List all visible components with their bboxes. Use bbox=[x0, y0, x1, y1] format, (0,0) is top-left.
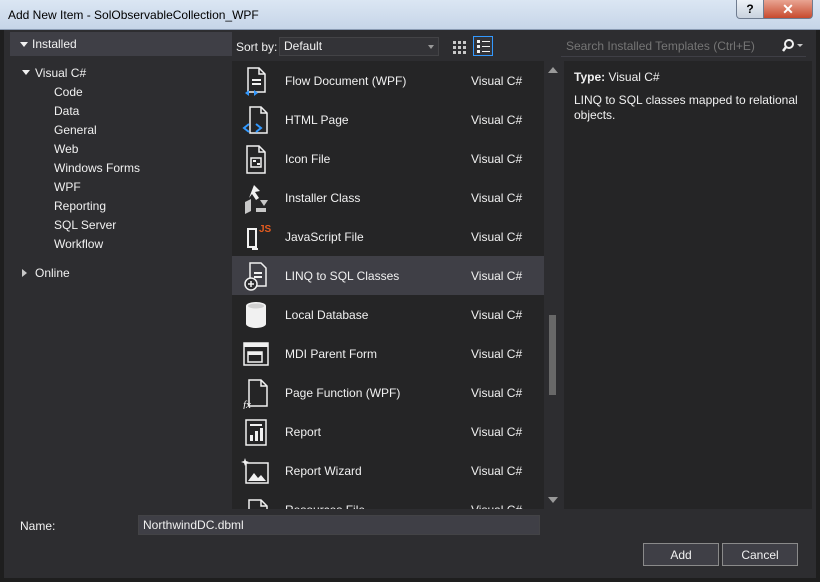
flow-document-icon bbox=[240, 65, 272, 97]
template-list: Flow Document (WPF) Visual C# HTML Page Vis… bbox=[232, 61, 544, 509]
svg-text:JS: JS bbox=[259, 224, 272, 235]
html-page-icon bbox=[240, 104, 272, 136]
template-row-page-function-wpf[interactable]: fx Page Function (WPF) Visual C# bbox=[232, 373, 544, 412]
report-wizard-icon bbox=[240, 455, 272, 487]
expand-arrow-icon[interactable] bbox=[20, 42, 28, 47]
detail-type: Type: Visual C# bbox=[574, 70, 660, 84]
tree-node-installed-label: Installed bbox=[32, 37, 77, 51]
detail-description: LINQ to SQL classes mapped to relational… bbox=[574, 93, 798, 122]
collapse-arrow-icon[interactable] bbox=[22, 269, 27, 277]
icon-file-icon bbox=[240, 143, 272, 175]
template-row-installer-class[interactable]: Installer Class Visual C# bbox=[232, 178, 544, 217]
list-view-icon bbox=[477, 40, 490, 53]
search-box[interactable] bbox=[561, 36, 806, 57]
close-button[interactable]: ✕ bbox=[763, 0, 813, 19]
template-language: Visual C# bbox=[471, 191, 523, 205]
sort-by-dropdown[interactable]: Default bbox=[279, 37, 439, 56]
template-name: Report Wizard bbox=[285, 464, 362, 478]
template-language: Visual C# bbox=[471, 113, 523, 127]
tree-node-reporting[interactable]: Reporting bbox=[54, 199, 106, 213]
name-input[interactable] bbox=[138, 515, 540, 535]
tree-node-sql-server[interactable]: SQL Server bbox=[54, 218, 116, 232]
template-row-local-database[interactable]: Local Database Visual C# bbox=[232, 295, 544, 334]
template-list-scrollbar[interactable] bbox=[544, 61, 561, 509]
tree-node-online-label: Online bbox=[35, 266, 70, 280]
window-title: Add New Item - SolObservableCollection_W… bbox=[8, 8, 259, 22]
mdi-form-icon bbox=[240, 338, 272, 370]
template-name: MDI Parent Form bbox=[285, 347, 378, 361]
scroll-up-arrow-icon[interactable] bbox=[548, 67, 558, 73]
template-name: Report bbox=[285, 425, 322, 439]
template-details-panel: Type: Visual C# LINQ to SQL classes mapp… bbox=[564, 61, 812, 509]
template-language: Visual C# bbox=[471, 347, 523, 361]
template-name: JavaScript File bbox=[285, 230, 364, 244]
template-row-report-wizard[interactable]: Report Wizard Visual C# bbox=[232, 451, 544, 490]
template-row-html-page[interactable]: HTML Page Visual C# bbox=[232, 100, 544, 139]
svg-text:fx: fx bbox=[243, 399, 251, 409]
template-row-linq-to-sql-classes[interactable]: LINQ to SQL Classes Visual C# bbox=[232, 256, 544, 295]
template-language: Visual C# bbox=[471, 425, 523, 439]
template-name: Resources File bbox=[285, 503, 365, 509]
template-row-javascript-file[interactable]: JS JavaScript File Visual C# bbox=[232, 217, 544, 256]
tree-node-general[interactable]: General bbox=[54, 123, 97, 137]
sort-by-value: Default bbox=[284, 39, 323, 53]
tree-node-online[interactable]: Online bbox=[10, 264, 232, 282]
template-name: Installer Class bbox=[285, 191, 361, 205]
template-language: Visual C# bbox=[471, 269, 523, 283]
template-name: HTML Page bbox=[285, 113, 349, 127]
resources-file-icon bbox=[240, 494, 272, 509]
name-label: Name: bbox=[20, 519, 56, 533]
report-icon bbox=[240, 416, 272, 448]
template-language: Visual C# bbox=[471, 74, 523, 88]
search-input[interactable] bbox=[566, 39, 766, 53]
template-language: Visual C# bbox=[471, 152, 523, 166]
help-button[interactable]: ? bbox=[736, 0, 764, 19]
dropdown-arrow-icon bbox=[428, 45, 434, 49]
template-language: Visual C# bbox=[471, 230, 523, 244]
database-icon bbox=[240, 299, 272, 331]
scrollbar-thumb[interactable] bbox=[549, 315, 556, 395]
tree-node-code[interactable]: Code bbox=[54, 85, 83, 99]
small-icons-view-button[interactable] bbox=[450, 37, 469, 56]
scroll-down-arrow-icon[interactable] bbox=[548, 497, 558, 503]
installer-class-icon bbox=[240, 182, 272, 214]
tree-node-windows-forms[interactable]: Windows Forms bbox=[54, 161, 140, 175]
template-row-flow-document-wpf[interactable]: Flow Document (WPF) Visual C# bbox=[232, 61, 544, 100]
template-row-report[interactable]: Report Visual C# bbox=[232, 412, 544, 451]
add-button[interactable]: Add bbox=[643, 543, 719, 566]
sort-by-label: Sort by: bbox=[236, 40, 278, 54]
template-name: Icon File bbox=[285, 152, 331, 166]
template-category-tree: Installed Visual C# Code Data General Web Wi… bbox=[10, 32, 232, 510]
template-name: Local Database bbox=[285, 308, 369, 322]
template-row-mdi-parent-form[interactable]: MDI Parent Form Visual C# bbox=[232, 334, 544, 373]
detail-type-label: Type: bbox=[574, 70, 606, 84]
javascript-file-icon: JS bbox=[240, 221, 272, 253]
add-new-item-dialog: Installed Visual C# Code Data General Web Wi… bbox=[4, 30, 816, 578]
tree-node-web[interactable]: Web bbox=[54, 142, 78, 156]
template-name: Page Function (WPF) bbox=[285, 386, 401, 400]
tree-node-wpf[interactable]: WPF bbox=[54, 180, 81, 194]
detail-type-value: Visual C# bbox=[608, 70, 660, 84]
title-bar: Add New Item - SolObservableCollection_W… bbox=[0, 0, 820, 30]
expand-arrow-icon[interactable] bbox=[22, 70, 30, 75]
cancel-button[interactable]: Cancel bbox=[722, 543, 798, 566]
small-icons-view-icon bbox=[453, 41, 466, 54]
template-language: Visual C# bbox=[471, 503, 522, 509]
tree-node-data[interactable]: Data bbox=[54, 104, 79, 118]
template-language: Visual C# bbox=[471, 464, 523, 478]
template-row-icon-file[interactable]: Icon File Visual C# bbox=[232, 139, 544, 178]
tree-node-visual-csharp-label: Visual C# bbox=[35, 66, 87, 80]
tree-node-workflow[interactable]: Workflow bbox=[54, 237, 103, 251]
template-name: Flow Document (WPF) bbox=[285, 74, 407, 88]
template-name: LINQ to SQL Classes bbox=[285, 269, 400, 283]
tree-node-installed[interactable]: Installed bbox=[10, 32, 232, 56]
page-function-icon: fx bbox=[240, 377, 272, 411]
linq-to-sql-icon bbox=[240, 260, 272, 292]
search-icon[interactable] bbox=[781, 38, 803, 54]
template-row-resources-file[interactable]: Resources File Visual C# bbox=[232, 490, 544, 509]
medium-icons-view-button[interactable] bbox=[473, 36, 493, 56]
template-language: Visual C# bbox=[471, 386, 523, 400]
template-language: Visual C# bbox=[471, 308, 523, 322]
tree-node-visual-csharp[interactable]: Visual C# bbox=[10, 64, 232, 82]
